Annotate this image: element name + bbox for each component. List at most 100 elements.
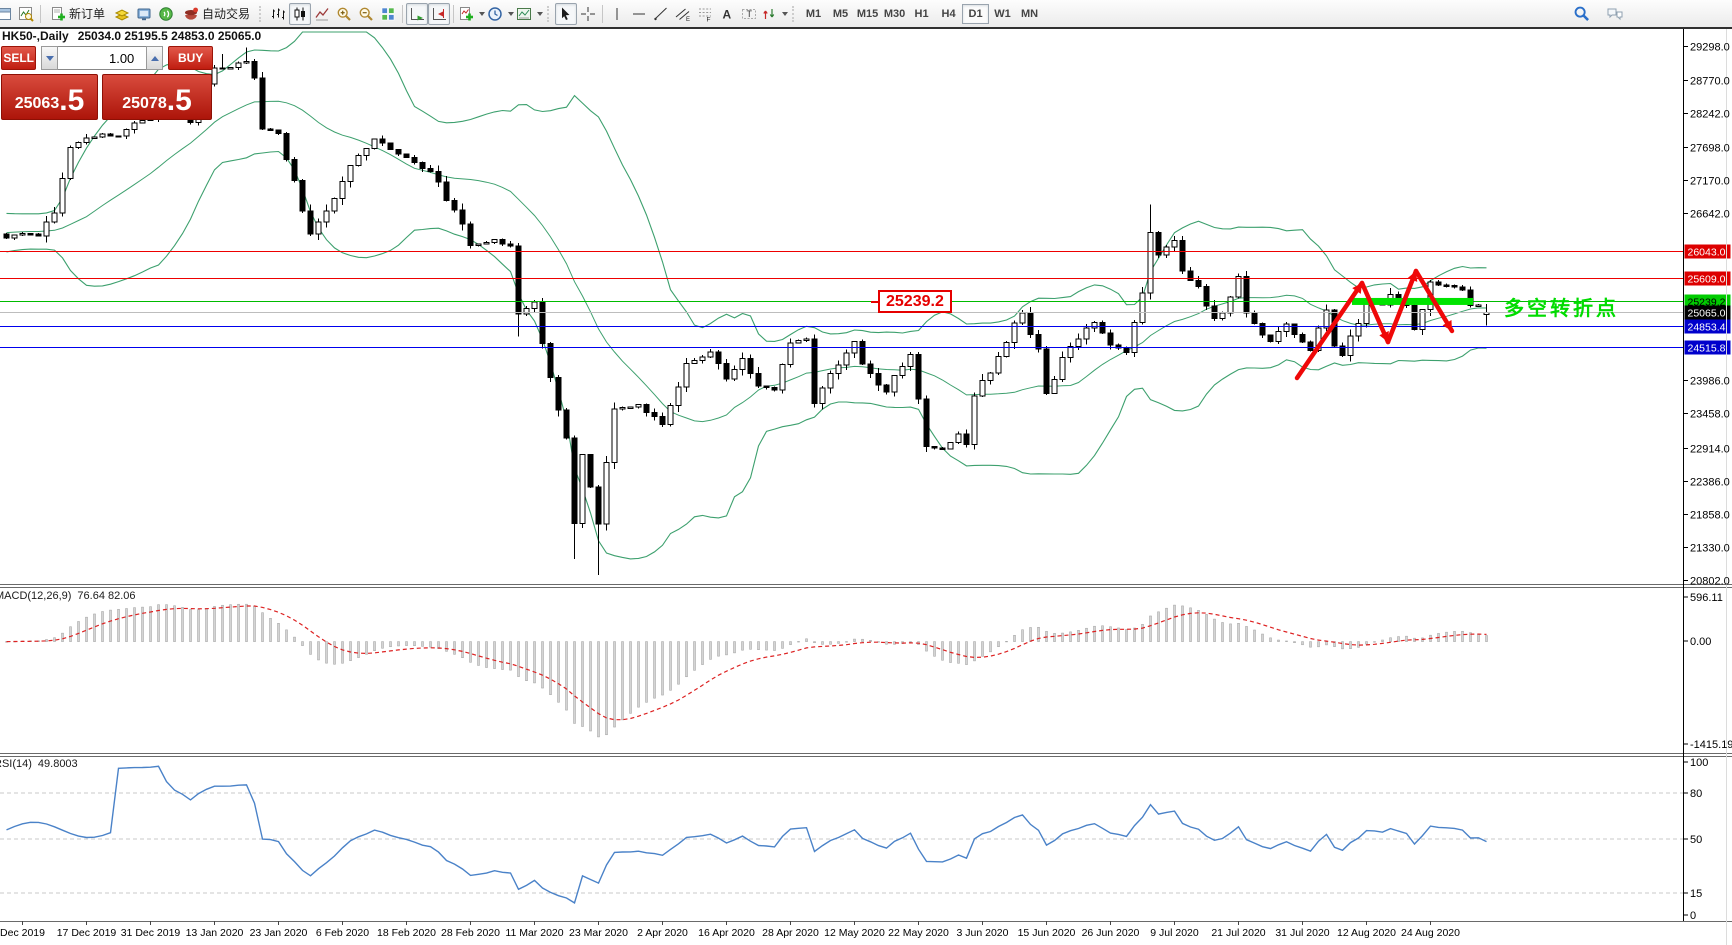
svg-text:24853.4: 24853.4 bbox=[1688, 322, 1726, 334]
tick-chart-button[interactable] bbox=[15, 3, 37, 25]
bar-chart-button[interactable] bbox=[267, 3, 289, 25]
bar-chart-icon bbox=[272, 8, 286, 19]
svg-text:12 May 2020: 12 May 2020 bbox=[824, 927, 885, 939]
vertical-line-button[interactable] bbox=[606, 3, 628, 25]
svg-text:18 Feb 2020: 18 Feb 2020 bbox=[377, 927, 436, 939]
indicators-button[interactable] bbox=[457, 3, 486, 25]
tab-timeframe-m5[interactable]: M5 bbox=[827, 4, 854, 24]
new-window-button[interactable] bbox=[0, 3, 15, 25]
tile-windows-button[interactable] bbox=[377, 3, 399, 25]
fibonacci-button[interactable]: F bbox=[694, 3, 716, 25]
buy-button[interactable]: BUY bbox=[168, 46, 213, 70]
tab-timeframe-m1[interactable]: M1 bbox=[800, 4, 827, 24]
svg-text:27698.0: 27698.0 bbox=[1690, 143, 1730, 155]
rsi-name: RSI(14) bbox=[0, 758, 32, 770]
tab-timeframe-h4[interactable]: H4 bbox=[935, 4, 962, 24]
svg-text:22 May 2020: 22 May 2020 bbox=[888, 927, 949, 939]
toolbar-handle bbox=[259, 5, 264, 22]
auto-scroll-button[interactable] bbox=[406, 2, 429, 25]
text-icon: A bbox=[723, 7, 732, 21]
search-icon bbox=[1574, 6, 1589, 21]
chevron-down-icon bbox=[537, 11, 544, 16]
zoom-out-button[interactable] bbox=[355, 3, 377, 25]
mt4-window: 新订单 自动交易 E F A T M1 M5 M15 M30 H1 H4 D1 … bbox=[0, 0, 1732, 945]
volume-down-button[interactable] bbox=[41, 46, 59, 70]
auto-scroll-icon bbox=[411, 7, 425, 20]
channel-icon: E bbox=[675, 8, 690, 22]
svg-text:24515.8: 24515.8 bbox=[1688, 343, 1726, 355]
svg-text:3 Jun 2020: 3 Jun 2020 bbox=[957, 927, 1009, 939]
sell-button[interactable]: SELL bbox=[1, 46, 37, 70]
tab-timeframe-h1[interactable]: H1 bbox=[908, 4, 935, 24]
volume-input[interactable] bbox=[58, 46, 147, 70]
macd-name: MACD(12,26,9) bbox=[0, 590, 72, 602]
metaeditor-button[interactable] bbox=[111, 3, 133, 25]
svg-text:15: 15 bbox=[1690, 888, 1702, 900]
svg-text:26 Jun 2020: 26 Jun 2020 bbox=[1082, 927, 1140, 939]
triangle-up-icon bbox=[150, 55, 159, 61]
svg-text:2 Apr 2020: 2 Apr 2020 bbox=[637, 927, 688, 939]
trendline-button[interactable] bbox=[650, 3, 672, 25]
text-button[interactable]: A bbox=[716, 3, 738, 25]
support-price-callout[interactable]: 25239.2 bbox=[871, 290, 952, 313]
autotrading-button[interactable]: 自动交易 bbox=[177, 3, 256, 25]
tab-timeframe-m15[interactable]: M15 bbox=[854, 4, 881, 24]
buy-price-display[interactable]: 25078.5 bbox=[102, 74, 212, 120]
chart-shift-button[interactable] bbox=[428, 2, 451, 25]
autotrading-label: 自动交易 bbox=[202, 7, 251, 21]
line-chart-button[interactable] bbox=[311, 3, 333, 25]
buy-price-frac: .5 bbox=[166, 84, 192, 117]
trendline-icon bbox=[654, 7, 667, 20]
svg-text:A: A bbox=[723, 7, 732, 21]
autotrading-icon bbox=[185, 7, 199, 20]
svg-text:31 Jul 2020: 31 Jul 2020 bbox=[1275, 927, 1329, 939]
svg-text:23458.0: 23458.0 bbox=[1690, 409, 1730, 421]
rsi-indicator-label: RSI(14) 49.8003 bbox=[0, 758, 78, 770]
svg-text:29298.0: 29298.0 bbox=[1690, 42, 1730, 54]
templates-button[interactable] bbox=[515, 3, 544, 25]
triangle-down-icon bbox=[45, 55, 54, 61]
svg-text:11 Mar 2020: 11 Mar 2020 bbox=[505, 927, 563, 939]
svg-text:6 Feb 2020: 6 Feb 2020 bbox=[316, 927, 369, 939]
tab-timeframe-mn[interactable]: MN bbox=[1016, 4, 1043, 24]
tab-timeframe-d1[interactable]: D1 bbox=[962, 3, 990, 24]
volume-up-button[interactable] bbox=[146, 46, 164, 70]
chevron-down-icon bbox=[479, 11, 486, 16]
toolbar-separator bbox=[602, 4, 604, 23]
pivot-annotation-text: 多空转折点 bbox=[1504, 298, 1619, 320]
macd-values: 76.64 82.06 bbox=[77, 590, 136, 602]
zoom-out-icon bbox=[359, 7, 373, 21]
toolbar-handle bbox=[547, 5, 552, 22]
chevron-down-icon bbox=[508, 11, 515, 16]
svg-text:13 Jan 2020: 13 Jan 2020 bbox=[186, 927, 244, 939]
broadcast-icon bbox=[159, 6, 173, 21]
search-button[interactable] bbox=[1570, 3, 1592, 25]
zoom-in-button[interactable] bbox=[333, 3, 355, 25]
svg-text:16 Apr 2020: 16 Apr 2020 bbox=[698, 927, 755, 939]
new-order-button[interactable]: 新订单 bbox=[44, 3, 111, 25]
svg-text:E: E bbox=[686, 17, 690, 22]
alerts-button[interactable] bbox=[155, 3, 177, 25]
crosshair-button[interactable] bbox=[577, 3, 599, 25]
tab-timeframe-w1[interactable]: W1 bbox=[989, 4, 1016, 24]
arrows-button[interactable] bbox=[760, 3, 789, 25]
text-label-button[interactable]: T bbox=[738, 3, 760, 25]
line-chart-icon bbox=[315, 7, 329, 20]
candle-chart-button[interactable] bbox=[289, 2, 312, 25]
periods-button[interactable] bbox=[486, 3, 515, 25]
svg-text:23 Mar 2020: 23 Mar 2020 bbox=[569, 927, 628, 939]
new-order-icon bbox=[52, 6, 65, 20]
chat-button[interactable] bbox=[1604, 3, 1626, 25]
chart-canvas[interactable]: 26043.0 25609.0 25239.2 25065.0 24853.4 24515… bbox=[0, 0, 1732, 945]
cursor-button[interactable] bbox=[555, 2, 578, 25]
sell-price-display[interactable]: 25063.5 bbox=[1, 74, 98, 120]
equidistant-channel-button[interactable]: E bbox=[672, 3, 694, 25]
fibonacci-icon: F bbox=[699, 8, 712, 22]
tab-timeframe-m30[interactable]: M30 bbox=[881, 4, 908, 24]
svg-text:21 Jul 2020: 21 Jul 2020 bbox=[1211, 927, 1265, 939]
market-watch-button[interactable] bbox=[133, 3, 155, 25]
text-label-icon: T bbox=[742, 8, 757, 19]
svg-text:21330.0: 21330.0 bbox=[1690, 543, 1730, 555]
toolbar-separator bbox=[453, 4, 455, 23]
horizontal-line-button[interactable] bbox=[628, 3, 650, 25]
